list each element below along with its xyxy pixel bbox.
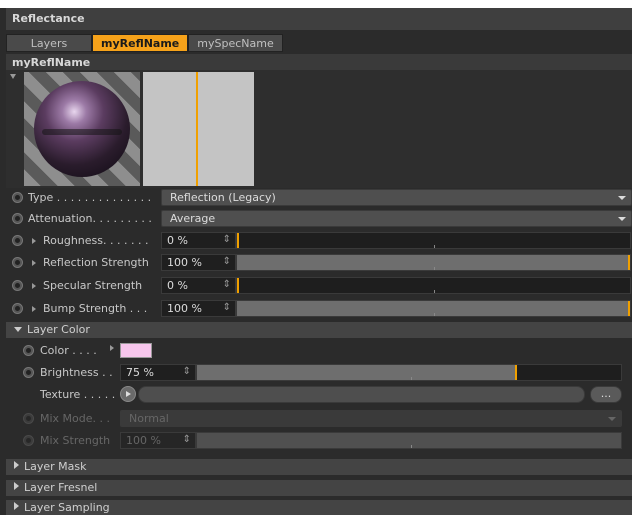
chevron-right-icon — [14, 461, 19, 469]
preview-sphere — [34, 81, 130, 177]
brightness-label: Brightness . . — [40, 366, 113, 379]
attenuation-row: Attenuation. . . . . . . . . Average — [6, 208, 632, 229]
reflection-strength-slider[interactable] — [236, 254, 631, 271]
spinner-icon[interactable]: ⇕ — [223, 279, 231, 290]
mix-mode-row: Mix Mode. . . Normal — [6, 408, 632, 429]
bump-strength-row: Bump Strength . . . 100 % ⇕ — [6, 298, 632, 319]
mix-strength-input: 100 % ⇕ — [120, 432, 196, 449]
bump-strength-slider[interactable] — [236, 300, 631, 317]
spinner-icon[interactable]: ⇕ — [223, 302, 231, 313]
mix-strength-slider — [196, 432, 622, 449]
type-label: Type . . . . . . . . . . . . . . — [28, 191, 152, 204]
slider-thumb[interactable] — [237, 278, 239, 293]
preview-collapse-icon[interactable] — [10, 74, 16, 79]
chevron-down-icon — [618, 217, 626, 221]
chevron-down-icon — [608, 417, 616, 421]
color-animate-icon[interactable] — [23, 345, 34, 356]
preview-horizon — [42, 129, 122, 135]
reflection-strength-input[interactable]: 100 % ⇕ — [161, 254, 236, 271]
mix-strength-row: Mix Strength 100 % ⇕ — [6, 430, 632, 451]
spinner-icon[interactable]: ⇕ — [223, 234, 231, 245]
bump-strength-label: Bump Strength . . . — [43, 302, 148, 315]
reflection-strength-label: Reflection Strength — [43, 256, 149, 269]
layer-mask-header[interactable]: Layer Mask — [6, 459, 632, 475]
slider-thumb[interactable] — [515, 365, 517, 380]
tab-myreflname[interactable]: myReflName — [92, 34, 189, 52]
chevron-down-icon — [618, 196, 626, 200]
layer-fresnel-header[interactable]: Layer Fresnel — [6, 480, 632, 496]
specular-strength-animate-icon[interactable] — [12, 280, 23, 291]
roughness-slider[interactable] — [236, 232, 631, 249]
mix-strength-label: Mix Strength — [40, 434, 111, 447]
brightness-slider[interactable] — [196, 364, 622, 381]
attenuation-dropdown[interactable]: Average — [161, 210, 632, 227]
attenuation-label: Attenuation. . . . . . . . . — [28, 212, 152, 225]
mix-strength-animate-icon — [23, 435, 34, 446]
reflection-strength-row: Reflection Strength 100 % ⇕ — [6, 252, 632, 273]
mix-mode-dropdown: Normal — [120, 410, 622, 427]
top-strip — [0, 0, 632, 8]
chevron-right-icon — [14, 482, 19, 490]
layer-sampling-header[interactable]: Layer Sampling — [6, 500, 632, 515]
type-dropdown[interactable]: Reflection (Legacy) — [161, 189, 632, 206]
mix-mode-animate-icon — [23, 413, 34, 424]
spinner-icon: ⇕ — [182, 434, 191, 445]
type-animate-icon[interactable] — [12, 192, 23, 203]
specular-strength-row: Specular Strength 0 % ⇕ — [6, 275, 632, 296]
texture-more-button[interactable]: ... — [590, 386, 622, 403]
roughness-label: Roughness. . . . . . . — [43, 234, 149, 247]
specular-strength-input[interactable]: 0 % ⇕ — [161, 277, 236, 294]
reflection-strength-animate-icon[interactable] — [12, 257, 23, 268]
brightness-row: Brightness . . 75 % ⇕ — [6, 362, 632, 383]
texture-label: Texture . . . . . — [40, 388, 116, 401]
brightness-input[interactable]: 75 % ⇕ — [120, 364, 196, 381]
chevron-right-icon — [14, 502, 19, 510]
mix-mode-label: Mix Mode. . . — [40, 412, 111, 425]
section-title: myReflName — [6, 54, 632, 70]
texture-play-icon[interactable] — [120, 386, 136, 402]
roughness-row: Roughness. . . . . . . 0 % ⇕ — [6, 230, 632, 251]
attenuation-animate-icon[interactable] — [12, 213, 23, 224]
tab-myspecname[interactable]: mySpecName — [188, 34, 283, 52]
color-label: Color . . . . — [40, 344, 97, 357]
spinner-icon[interactable]: ⇕ — [223, 256, 231, 267]
roughness-input[interactable]: 0 % ⇕ — [161, 232, 236, 249]
brightness-animate-icon[interactable] — [23, 367, 34, 378]
slider-thumb[interactable] — [628, 255, 630, 270]
tab-bar: Layers myReflName mySpecName — [6, 34, 283, 52]
chevron-down-icon — [14, 327, 22, 332]
gradient-preview[interactable] — [143, 72, 254, 186]
specular-strength-label: Specular Strength — [43, 279, 143, 292]
attenuation-value: Average — [170, 212, 216, 225]
color-row: Color . . . . — [6, 340, 632, 361]
gradient-marker[interactable] — [196, 72, 198, 186]
material-preview[interactable] — [24, 72, 140, 186]
specular-strength-slider[interactable] — [236, 277, 631, 294]
color-expand-icon[interactable] — [110, 345, 114, 351]
specular-strength-expand-icon[interactable] — [32, 283, 36, 289]
bump-strength-animate-icon[interactable] — [12, 303, 23, 314]
spinner-icon[interactable]: ⇕ — [183, 366, 191, 377]
texture-row: Texture . . . . . ... — [6, 384, 632, 405]
roughness-expand-icon[interactable] — [32, 238, 36, 244]
bump-strength-input[interactable]: 100 % ⇕ — [161, 300, 236, 317]
panel-title: Reflectance — [6, 8, 632, 30]
roughness-animate-icon[interactable] — [12, 235, 23, 246]
texture-field[interactable] — [138, 386, 585, 403]
bump-strength-expand-icon[interactable] — [32, 306, 36, 312]
reflection-strength-expand-icon[interactable] — [32, 260, 36, 266]
slider-thumb[interactable] — [237, 233, 239, 248]
tab-layers[interactable]: Layers — [6, 34, 92, 52]
color-swatch[interactable] — [120, 343, 152, 358]
type-row: Type . . . . . . . . . . . . . . Reflect… — [6, 187, 632, 208]
layer-color-header[interactable]: Layer Color — [6, 322, 632, 338]
slider-thumb[interactable] — [628, 301, 630, 316]
type-value: Reflection (Legacy) — [170, 191, 276, 204]
